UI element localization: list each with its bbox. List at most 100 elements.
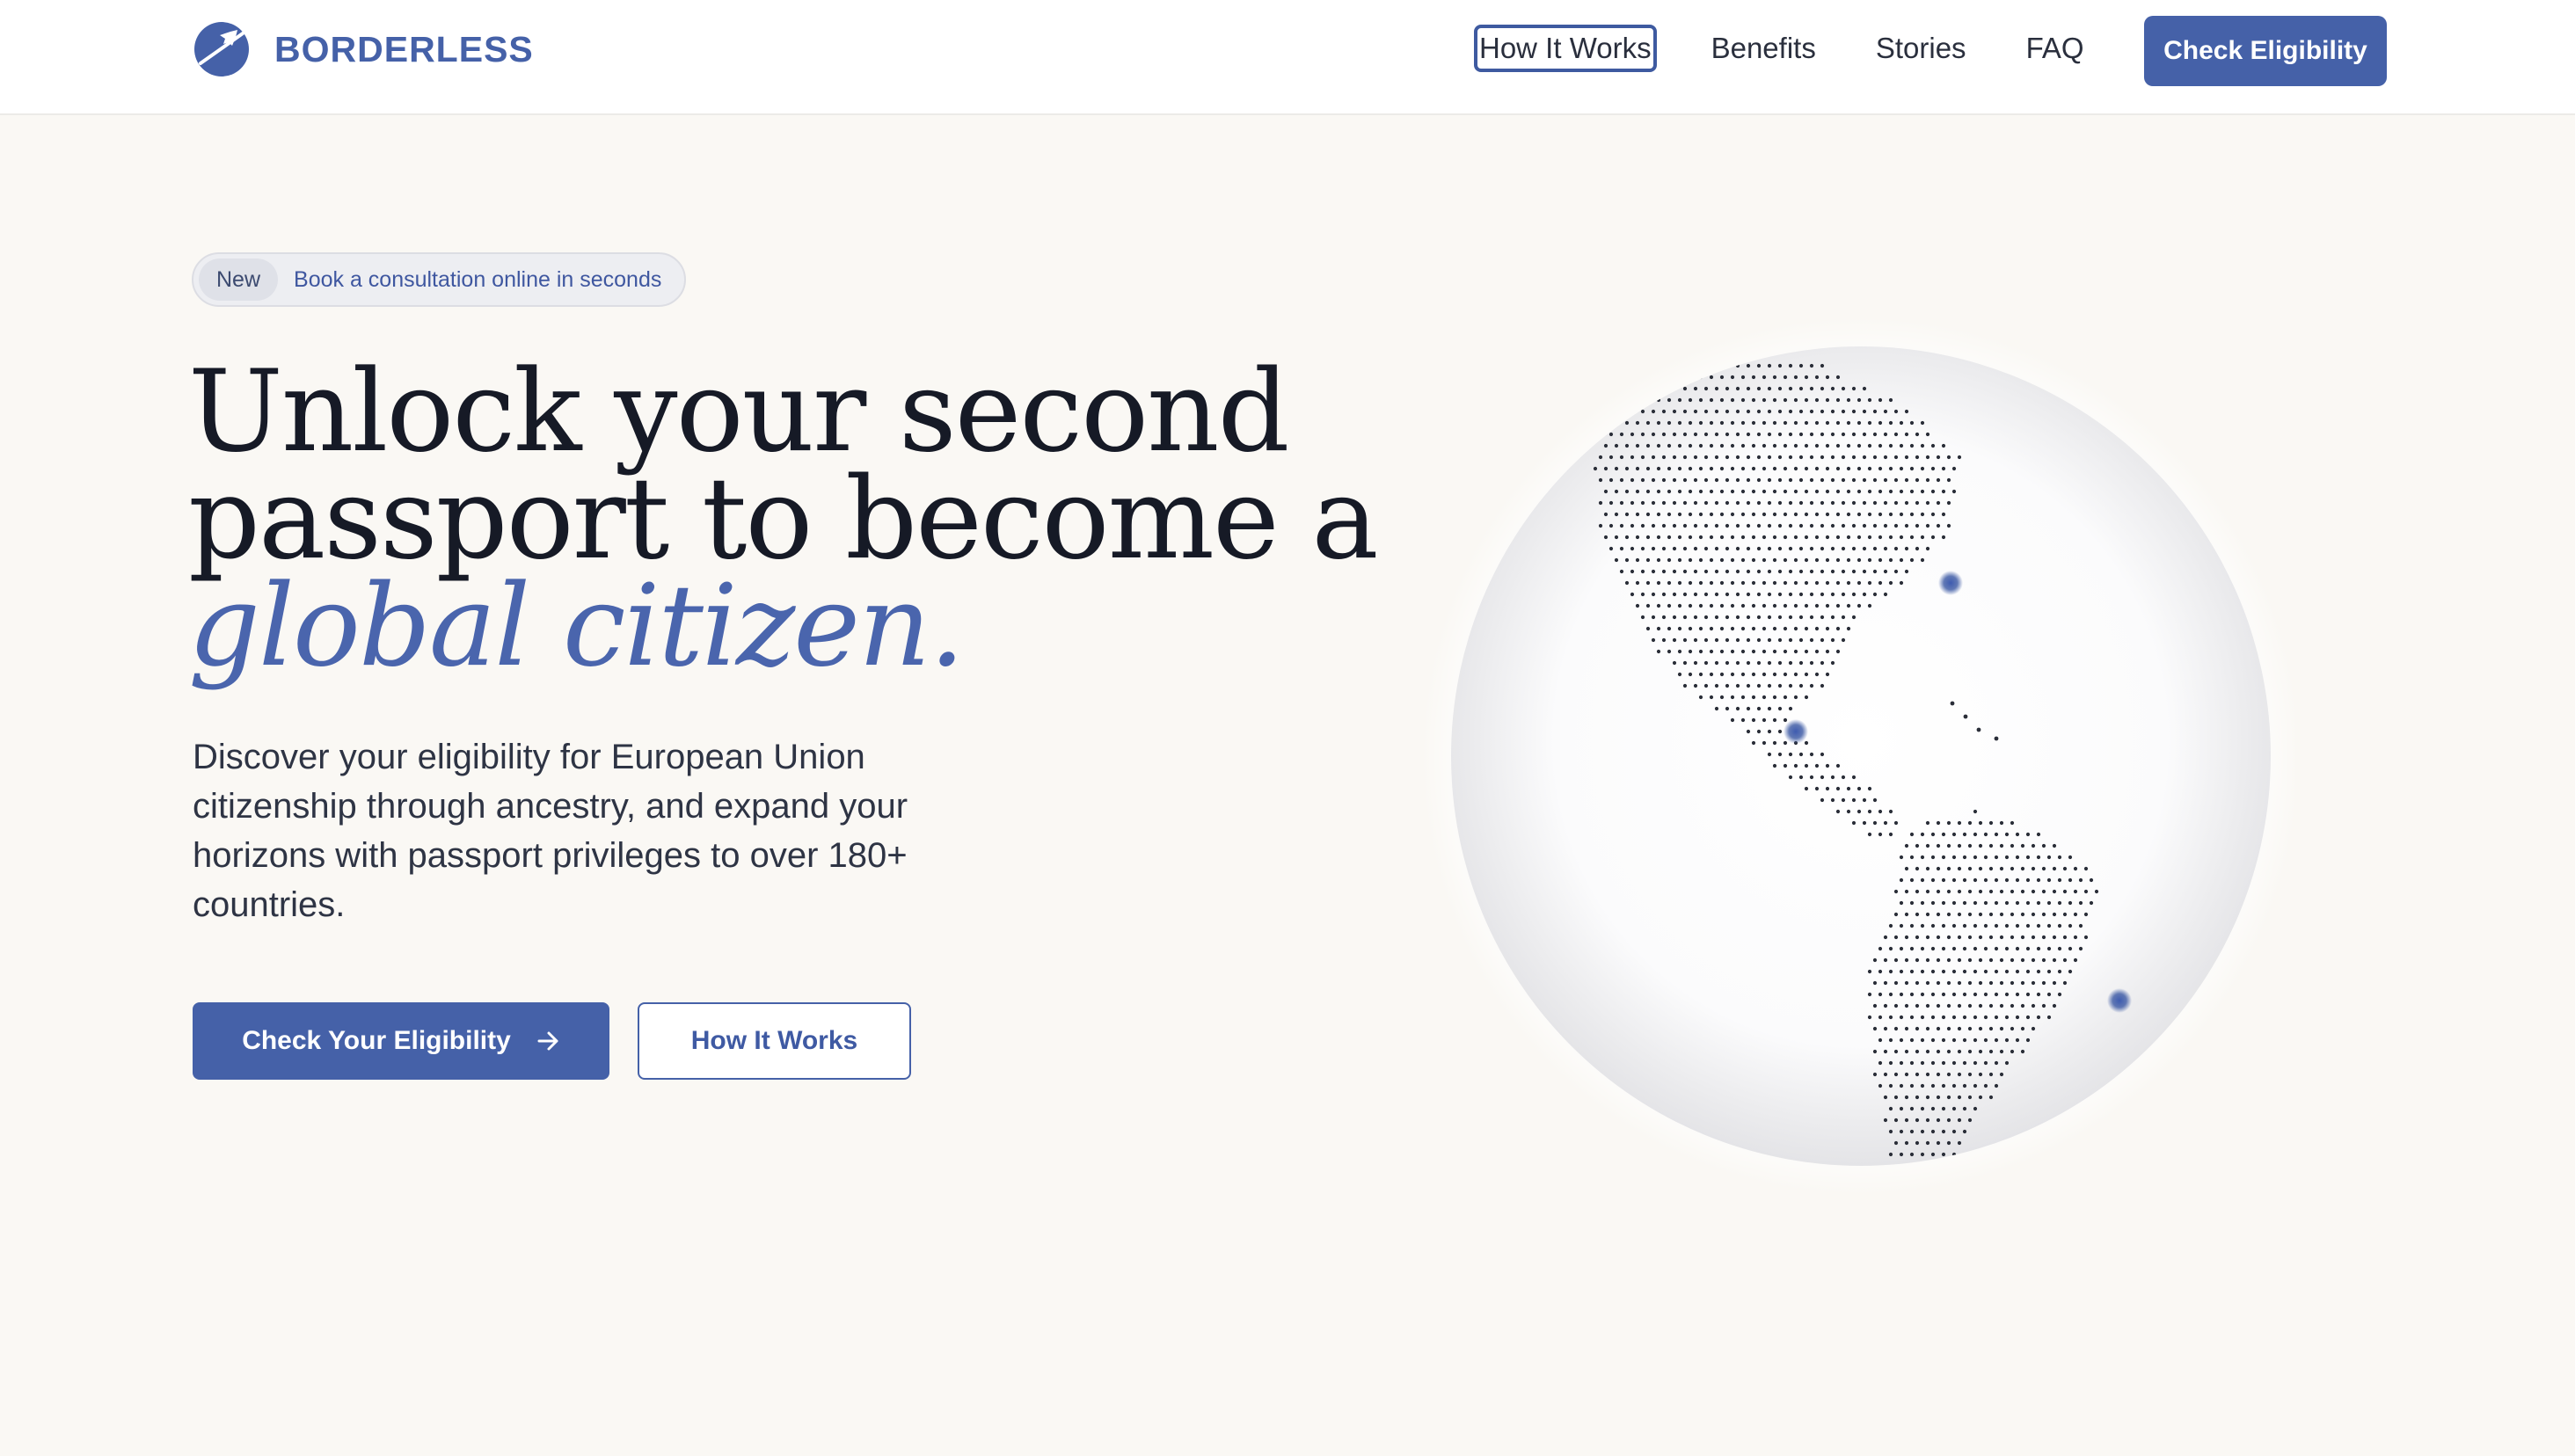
map-dot — [1846, 466, 1851, 471]
map-dot — [1698, 626, 1703, 631]
map-dot — [1730, 695, 1735, 700]
map-dot — [1814, 397, 1820, 403]
map-dot — [1994, 992, 1999, 997]
map-dot — [1725, 637, 1730, 643]
map-dot — [2025, 992, 2031, 997]
map-dot — [1872, 957, 1878, 963]
map-dot — [1835, 763, 1841, 768]
map-dot — [1608, 523, 1614, 528]
map-dot — [1682, 455, 1688, 460]
nav-link-how-it-works[interactable]: How It Works — [1474, 25, 1657, 72]
map-dot — [1925, 957, 1930, 963]
map-dot — [1777, 477, 1783, 483]
map-dot — [1735, 592, 1740, 597]
map-dot — [1967, 843, 1973, 848]
map-dot — [2004, 992, 2010, 997]
map-dot — [1804, 466, 1809, 471]
map-dot — [1677, 580, 1682, 586]
map-dot — [1835, 489, 1841, 494]
map-dot — [1946, 820, 1951, 826]
map-dot — [1693, 683, 1698, 688]
map-dot — [1899, 1106, 1904, 1111]
check-eligibility-button[interactable]: Check Eligibility — [2144, 16, 2387, 86]
map-dot — [1899, 946, 1904, 951]
map-dot — [1672, 592, 1677, 597]
map-dot — [1888, 420, 1893, 426]
map-dot — [1978, 935, 1983, 940]
map-dot — [1878, 397, 1883, 403]
map-dot — [1677, 626, 1682, 631]
map-dot — [1867, 1015, 1872, 1020]
map-dot — [1951, 877, 1957, 883]
map-dot — [1988, 843, 1994, 848]
check-your-eligibility-button[interactable]: Check Your Eligibility — [193, 1002, 609, 1080]
map-dot — [1640, 432, 1645, 437]
map-dot — [1872, 432, 1878, 437]
announcement-badge[interactable]: New Book a consultation online in second… — [192, 252, 687, 307]
map-dot — [1735, 615, 1740, 620]
map-dot — [1883, 1072, 1888, 1077]
map-dot — [1783, 717, 1788, 723]
map-dot — [1677, 443, 1682, 448]
map-dot — [1693, 569, 1698, 574]
map-dot — [1598, 500, 1603, 506]
nav-link-benefits[interactable]: Benefits — [1710, 28, 1818, 69]
map-dot — [1951, 946, 1957, 951]
map-dot — [1772, 443, 1777, 448]
brand-logo[interactable]: BORDERLESS — [192, 19, 534, 79]
map-dot — [1915, 477, 1920, 483]
nav-link-stories[interactable]: Stories — [1874, 28, 1968, 69]
map-dot — [1883, 432, 1888, 437]
map-dot — [1703, 592, 1709, 597]
map-dot — [1893, 477, 1899, 483]
map-dot — [1630, 546, 1635, 551]
map-dot — [2057, 946, 2062, 951]
map-dot — [1851, 615, 1856, 620]
map-dot — [2004, 923, 2010, 928]
map-dot — [1957, 1026, 1962, 1031]
map-dot — [2025, 1015, 2031, 1020]
map-dot — [1878, 1060, 1883, 1066]
map-dot — [1783, 397, 1788, 403]
map-dot — [1999, 889, 2004, 894]
map-dot — [1878, 535, 1883, 540]
map-dot — [1936, 477, 1941, 483]
map-dot — [1762, 580, 1767, 586]
map-dot — [1862, 592, 1867, 597]
how-it-works-button[interactable]: How It Works — [638, 1002, 911, 1080]
map-dot — [1925, 477, 1930, 483]
map-dot — [1682, 523, 1688, 528]
map-dot — [1661, 455, 1667, 460]
map-dot — [1830, 637, 1835, 643]
map-dot — [2062, 957, 2068, 963]
map-dot — [1651, 523, 1656, 528]
map-dot — [1698, 397, 1703, 403]
map-dot — [1951, 1083, 1957, 1088]
map-dot — [1714, 683, 1719, 688]
map-dot — [1762, 695, 1767, 700]
map-dot — [1946, 1003, 1951, 1008]
map-dot — [1957, 1095, 1962, 1100]
map-dot — [1667, 443, 1672, 448]
map-dot — [1746, 386, 1751, 391]
headline-line-1: Unlock your second — [188, 346, 1289, 477]
map-dot — [1672, 660, 1677, 666]
map-dot — [1756, 592, 1762, 597]
nav-link-faq[interactable]: FAQ — [2024, 28, 2086, 69]
map-dot — [1809, 637, 1814, 643]
map-dot — [2073, 866, 2078, 871]
map-dot — [2083, 866, 2089, 871]
map-dot — [1814, 420, 1820, 426]
map-dot — [2041, 889, 2046, 894]
map-dot — [1619, 432, 1624, 437]
map-dot — [1793, 375, 1798, 380]
map-dot — [2031, 957, 2036, 963]
map-dot — [1614, 489, 1619, 494]
map-dot — [1783, 466, 1788, 471]
map-dot — [1608, 500, 1614, 506]
map-dot — [1630, 432, 1635, 437]
map-dot — [1867, 420, 1872, 426]
map-dot — [1925, 1095, 1930, 1100]
map-dot — [2041, 1003, 2046, 1008]
map-dot — [1756, 363, 1762, 368]
